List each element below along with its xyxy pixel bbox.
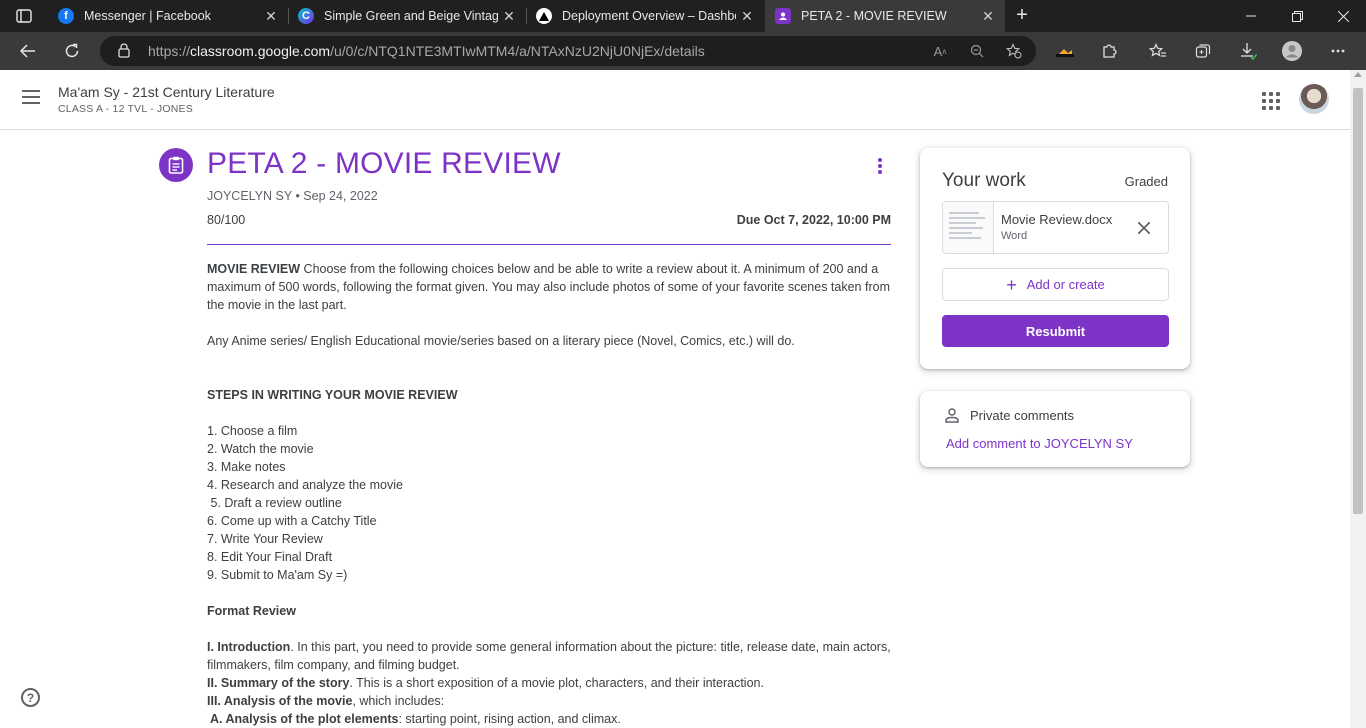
person-icon [944,407,960,423]
downloads-icon[interactable] [1236,40,1260,62]
tab-title: PETA 2 - MOVIE REVIEW [801,9,947,23]
class-title[interactable]: Ma'am Sy - 21st Century Literature [58,84,275,100]
step-item: 3. Make notes [207,460,286,474]
tab-classroom-active[interactable]: PETA 2 - MOVIE REVIEW ✕ [765,0,1005,32]
intro-text: Choose from the following choices below … [207,262,890,312]
your-work-card: Your work Graded Movie Review.docx Word … [920,148,1190,369]
close-tab-icon[interactable]: ✕ [736,8,758,25]
tab-title: Messenger | Facebook [84,9,211,23]
step-item: 8. Edit Your Final Draft [207,550,333,564]
browser-tab-bar: f Messenger | Facebook ✕ C Simple Green … [0,0,1366,32]
close-tab-icon[interactable]: ✕ [260,8,282,25]
format-item: A. Analysis of the plot elements: starti… [207,712,621,726]
back-arrow-icon[interactable] [16,39,40,63]
close-tab-icon[interactable]: ✕ [498,8,520,25]
collections-icon[interactable] [1191,40,1215,62]
assignment-points: 80/100 [207,213,246,227]
step-item: 6. Come up with a Catchy Title [207,514,377,528]
vercel-icon [536,8,552,24]
tab-vercel[interactable]: Deployment Overview – Dashboa ✕ [526,0,764,32]
assignment-icon [159,148,193,182]
new-tab-button[interactable]: + [1011,4,1033,26]
address-bar[interactable]: https://classroom.google.com/u/0/c/NTQ1N… [100,36,1036,66]
refresh-icon[interactable] [60,39,84,63]
read-aloud-icon[interactable]: Aʌ [930,41,950,61]
plus-icon: + [1006,274,1017,295]
step-item: 2. Watch the movie [207,442,314,456]
assignment-description: MOVIE REVIEW Choose from the following c… [207,260,897,728]
settings-more-icon[interactable] [1326,40,1350,62]
intro-paragraph: MOVIE REVIEW Choose from the following c… [207,260,897,314]
browser-toolbar: https://classroom.google.com/u/0/c/NTQ1N… [0,32,1366,70]
private-comments-card: Private comments Add comment to JOYCELYN… [920,391,1190,467]
format-item: II. Summary of the story. This is a shor… [207,676,764,690]
step-item: 7. Write Your Review [207,532,323,546]
attached-file[interactable]: Movie Review.docx Word [942,201,1169,254]
format-item: I. Introduction. In this part, you need … [207,640,891,672]
close-tab-icon[interactable]: ✕ [977,8,999,25]
file-type: Word [1001,230,1028,242]
assignment-author-date: JOYCELYN SY • Sep 24, 2022 [207,189,378,203]
intro-bold: MOVIE REVIEW [207,262,301,276]
minimize-icon[interactable] [1228,0,1274,32]
add-favorite-icon[interactable] [1004,41,1024,61]
hamburger-menu-icon[interactable] [22,90,42,110]
steps-heading: STEPS IN WRITING YOUR MOVIE REVIEW [207,388,458,402]
zoom-out-icon[interactable] [967,41,987,61]
add-comment-link[interactable]: Add comment to JOYCELYN SY [946,436,1133,451]
url-text: https://classroom.google.com/u/0/c/NTQ1N… [148,43,705,59]
extension-icon[interactable] [1053,40,1077,62]
step-item: 9. Submit to Ma'am Sy =) [207,568,348,582]
add-or-create-button[interactable]: + Add or create [942,268,1169,301]
tab-messenger[interactable]: f Messenger | Facebook ✕ [48,0,288,32]
restore-icon[interactable] [1274,0,1320,32]
facebook-icon: f [58,8,74,24]
class-subtitle: CLASS A - 12 TVL - JONES [58,103,193,115]
private-comments-title: Private comments [970,408,1075,423]
format-item: III. Analysis of the movie, which includ… [207,694,445,708]
extensions-puzzle-icon[interactable] [1097,40,1121,62]
lock-icon [118,43,130,63]
remove-file-icon[interactable] [1133,217,1155,239]
tab-title: Simple Green and Beige Vintage [324,9,498,23]
step-item: 4. Research and analyze the movie [207,478,403,492]
classroom-header: Ma'am Sy - 21st Century Literature CLASS… [0,70,1350,130]
canva-icon: C [298,8,314,24]
page-scrollbar[interactable] [1350,70,1366,728]
any-series-text: Any Anime series/ English Educational mo… [207,334,795,348]
avatar[interactable] [1299,84,1329,114]
classroom-icon [775,8,791,24]
profile-icon[interactable] [1280,40,1304,62]
tab-canva[interactable]: C Simple Green and Beige Vintage ✕ [288,0,526,32]
favorites-icon[interactable] [1146,40,1170,62]
page-title: PETA 2 - MOVIE REVIEW [207,147,561,180]
add-or-create-label: Add or create [1026,277,1105,292]
file-name: Movie Review.docx [1001,212,1113,227]
status-badge: Graded [1124,174,1168,189]
google-apps-icon[interactable] [1262,92,1280,110]
format-heading: Format Review [207,604,296,618]
file-thumbnail [943,202,994,253]
title-divider [207,244,891,245]
tab-title: Deployment Overview – Dashboa [562,9,736,23]
step-item: 5. Draft a review outline [207,496,342,510]
scroll-up-arrow-icon[interactable] [1354,72,1362,77]
step-item: 1. Choose a film [207,424,298,438]
window-close-icon[interactable] [1320,0,1366,32]
scrollbar-thumb[interactable] [1353,88,1363,514]
more-options-icon[interactable] [874,157,886,175]
tab-actions-icon[interactable] [12,6,36,26]
assignment-due-date: Due Oct 7, 2022, 10:00 PM [736,213,891,227]
your-work-title: Your work [942,170,1026,191]
resubmit-button[interactable]: Resubmit [942,315,1169,347]
help-icon[interactable]: ? [21,688,40,707]
